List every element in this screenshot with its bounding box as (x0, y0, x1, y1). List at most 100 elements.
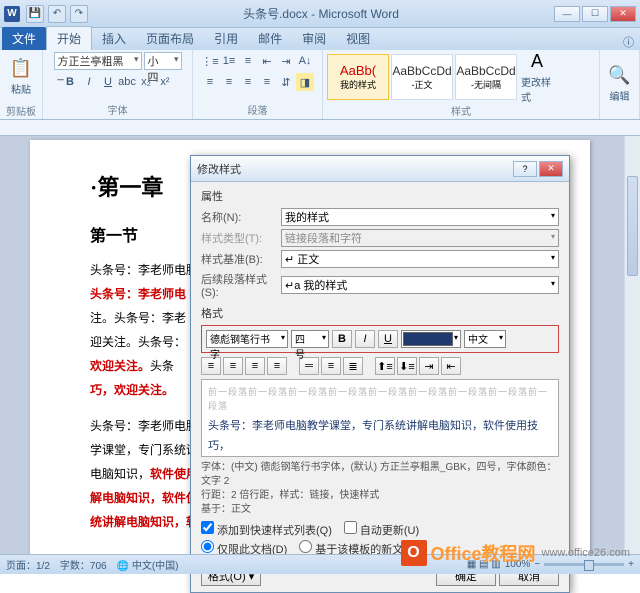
close-button[interactable]: ✕ (610, 6, 636, 22)
ruler[interactable] (0, 120, 640, 136)
format-font-select[interactable]: 德彪钢笔行书字 (206, 330, 288, 348)
styles-icon: A (531, 51, 543, 72)
format-underline-button[interactable]: U (378, 330, 398, 348)
style-preview: 前一段落前一段落前一段落前一段落前一段落前一段落前一段落前一段落前一段落 头条号… (201, 379, 559, 457)
scrollbar-thumb[interactable] (627, 176, 638, 276)
dialog-title: 修改样式 (197, 161, 511, 177)
indent-inc-button[interactable]: ⇥ (419, 357, 439, 375)
vertical-scrollbar[interactable] (624, 136, 640, 554)
auto-update-checkbox[interactable]: 自动更新(U) (344, 521, 419, 538)
language-indicator[interactable]: 🌐 中文(中国) (117, 557, 179, 572)
format-highlight-box: 德彪钢笔行书字 四号 B I U 中文 (201, 325, 559, 353)
tab-review[interactable]: 审阅 (292, 27, 336, 50)
space-before-button[interactable]: ⬆≡ (375, 357, 395, 375)
section-properties: 属性 (201, 188, 559, 204)
next-select[interactable]: ↵a 我的样式 (281, 276, 559, 294)
superscript-button[interactable]: x² (156, 73, 174, 91)
format-lang-select[interactable]: 中文 (464, 330, 506, 348)
sort-button[interactable]: A↓ (296, 52, 314, 70)
italic-button[interactable]: I (80, 73, 98, 91)
find-button[interactable]: 🔍 编辑 (604, 59, 635, 109)
space-after-button[interactable]: ⬇≡ (397, 357, 417, 375)
paste-button[interactable]: 📋 粘贴 (4, 52, 38, 102)
dialog-titlebar[interactable]: 修改样式 ? ✕ (191, 156, 569, 182)
group-label: 剪贴板 (4, 102, 38, 118)
style-item-mystyle[interactable]: AaBb( 我的样式 (327, 54, 389, 100)
format-color-select[interactable] (401, 330, 461, 348)
group-styles: AaBb( 我的样式 AaBbCcDd -正文 AaBbCcDd -无间隔 A … (323, 50, 600, 119)
quick-access-toolbar: 💾 ↶ ↷ (26, 5, 88, 23)
color-swatch (403, 332, 453, 346)
page-indicator[interactable]: 页面：1/2 (6, 557, 50, 572)
format-size-select[interactable]: 四号 (291, 330, 329, 348)
strike-button[interactable]: abc (118, 73, 136, 91)
indent-dec-button[interactable]: ⇤ (441, 357, 461, 375)
group-edit: 🔍 编辑 (600, 50, 640, 119)
format-italic-button[interactable]: I (355, 330, 375, 348)
base-select[interactable]: ↵ 正文 (281, 250, 559, 268)
format-bold-button[interactable]: B (332, 330, 352, 348)
tab-home[interactable]: 开始 (46, 26, 92, 50)
group-font: 方正兰亭粗黑_ 小四 B I U abc x₂ x² 字体 (43, 50, 193, 119)
spacing-button[interactable]: ⇵ (277, 73, 295, 91)
multilevel-button[interactable]: ≡ (239, 52, 257, 70)
dialog-help-button[interactable]: ? (513, 161, 537, 177)
numbering-button[interactable]: 1≡ (220, 52, 238, 70)
align-left-button[interactable]: ≡ (201, 73, 219, 91)
justify-button[interactable]: ≡ (267, 357, 287, 375)
title-bar: W 💾 ↶ ↷ 头条号.docx - Microsoft Word — ☐ ✕ (0, 0, 640, 28)
add-quick-checkbox[interactable]: 添加到快速样式列表(Q) (201, 521, 332, 538)
redo-button[interactable]: ↷ (70, 5, 88, 23)
name-label: 名称(N): (201, 209, 281, 225)
dialog-close-button[interactable]: ✕ (539, 161, 563, 177)
paste-icon: 📋 (10, 58, 32, 79)
style-item-nospace[interactable]: AaBbCcDd -无间隔 (455, 54, 517, 100)
word-icon: W (4, 6, 20, 22)
help-icon[interactable]: ⓘ (623, 34, 634, 50)
tab-references[interactable]: 引用 (204, 27, 248, 50)
base-label: 样式基准(B): (201, 251, 281, 267)
indent-inc-button[interactable]: ⇥ (277, 52, 295, 70)
group-paragraph: ⋮≡ 1≡ ≡ ⇤ ⇥ A↓ ≡ ≡ ≡ ≡ ⇵ ◨ 段落 (193, 50, 323, 119)
tab-view[interactable]: 视图 (336, 27, 380, 50)
indent-dec-button[interactable]: ⇤ (258, 52, 276, 70)
undo-button[interactable]: ↶ (48, 5, 66, 23)
save-button[interactable]: 💾 (26, 5, 44, 23)
align-right-button[interactable]: ≡ (239, 73, 257, 91)
font-family-select[interactable]: 方正兰亭粗黑_ (54, 52, 142, 70)
find-icon: 🔍 (608, 65, 630, 86)
ribbon-tabs: 文件 开始 插入 页面布局 引用 邮件 审阅 视图 ⓘ (0, 28, 640, 50)
tab-mail[interactable]: 邮件 (248, 27, 292, 50)
spacing-15-button[interactable]: ≡ (321, 357, 341, 375)
name-input[interactable]: 我的样式 (281, 208, 559, 226)
align-center-button[interactable]: ≡ (223, 357, 243, 375)
maximize-button[interactable]: ☐ (582, 6, 608, 22)
group-label: 段落 (197, 101, 318, 117)
word-count[interactable]: 字数：706 (60, 557, 107, 572)
change-styles-button[interactable]: A 更改样式 (520, 52, 554, 102)
minimize-button[interactable]: — (554, 6, 580, 22)
type-label: 样式类型(T): (201, 230, 281, 246)
office-icon: O (401, 540, 427, 566)
justify-button[interactable]: ≡ (258, 73, 276, 91)
group-label: 字体 (47, 101, 188, 117)
section-format: 格式 (201, 305, 559, 321)
modify-style-dialog: 修改样式 ? ✕ 属性 名称(N): 我的样式 样式类型(T): 链接段落和字符… (190, 155, 570, 593)
watermark: O Office教程网 www.office26.com (401, 540, 630, 566)
spacing-2-button[interactable]: ≣ (343, 357, 363, 375)
underline-button[interactable]: U (99, 73, 117, 91)
style-item-normal[interactable]: AaBbCcDd -正文 (391, 54, 453, 100)
group-clipboard: 📋 粘贴 剪贴板 (0, 50, 43, 119)
tab-file[interactable]: 文件 (2, 27, 46, 50)
align-right-button[interactable]: ≡ (245, 357, 265, 375)
window-title: 头条号.docx - Microsoft Word (88, 5, 554, 22)
next-label: 后续段落样式(S): (201, 271, 281, 299)
tab-layout[interactable]: 页面布局 (136, 27, 204, 50)
font-size-select[interactable]: 小四 (144, 52, 182, 70)
style-description: 字体：(中文) 德彪钢笔行书字体，(默认) 方正兰亭粗黑_GBK，四号，字体颜色… (201, 461, 559, 517)
tab-insert[interactable]: 插入 (92, 27, 136, 50)
bullets-button[interactable]: ⋮≡ (201, 52, 219, 70)
group-label: 样式 (327, 102, 595, 118)
shading-button[interactable]: ◨ (296, 73, 314, 91)
align-center-button[interactable]: ≡ (220, 73, 238, 91)
